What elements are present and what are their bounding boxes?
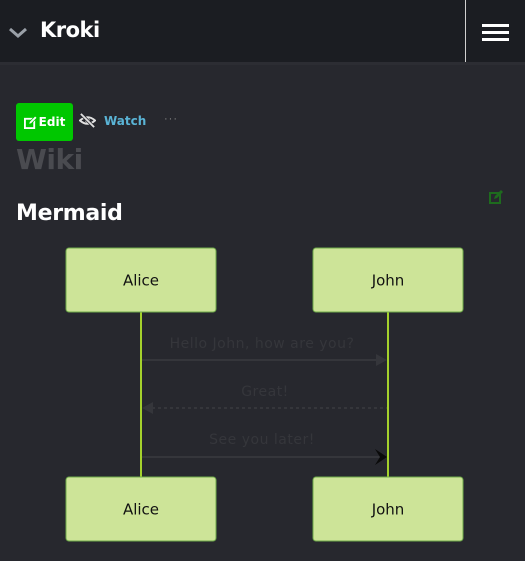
message-3: See you later! xyxy=(142,432,387,465)
menu-bar xyxy=(482,31,509,34)
page-title: Wiki xyxy=(16,143,83,176)
edit-button[interactable]: Edit xyxy=(16,103,73,141)
message-text: Hello John, how are you? xyxy=(170,336,355,352)
menu-bar xyxy=(482,38,509,41)
open-arrowhead-icon xyxy=(375,449,387,465)
actor-alice-top: Alice xyxy=(65,247,217,313)
actor-label: John xyxy=(371,501,405,519)
top-navbar: Kroki xyxy=(0,0,525,62)
actor-label: Alice xyxy=(123,501,159,519)
eye-slash-icon xyxy=(79,112,96,129)
message-text: Great! xyxy=(241,384,289,400)
edit-icon xyxy=(23,115,37,129)
section-edit-icon[interactable] xyxy=(489,190,503,204)
menu-bar xyxy=(482,24,509,27)
actor-label: John xyxy=(371,272,405,290)
watch-button[interactable]: Watch xyxy=(79,112,146,129)
navbar-divider xyxy=(465,0,466,62)
sequence-diagram: Alice John Hello John, how are you? Grea… xyxy=(65,247,464,542)
chevron-down-icon[interactable] xyxy=(8,25,28,39)
app-title[interactable]: Kroki xyxy=(40,18,100,42)
message-2: Great! xyxy=(142,384,387,414)
arrowhead-icon xyxy=(142,402,153,414)
actor-label: Alice xyxy=(123,272,159,290)
section-title: Mermaid xyxy=(16,201,123,226)
message-1: Hello John, how are you? xyxy=(142,336,387,366)
message-text: See you later! xyxy=(209,432,315,448)
actor-john-top: John xyxy=(312,247,464,313)
actor-john-bottom: John xyxy=(312,476,464,542)
arrowhead-icon xyxy=(376,354,387,366)
edit-label: Edit xyxy=(38,115,66,129)
more-options-button[interactable]: ··· xyxy=(164,113,178,125)
hamburger-menu-icon[interactable] xyxy=(482,24,510,42)
navbar-shadow xyxy=(0,62,525,65)
actor-alice-bottom: Alice xyxy=(65,476,217,542)
watch-label: Watch xyxy=(104,113,147,128)
